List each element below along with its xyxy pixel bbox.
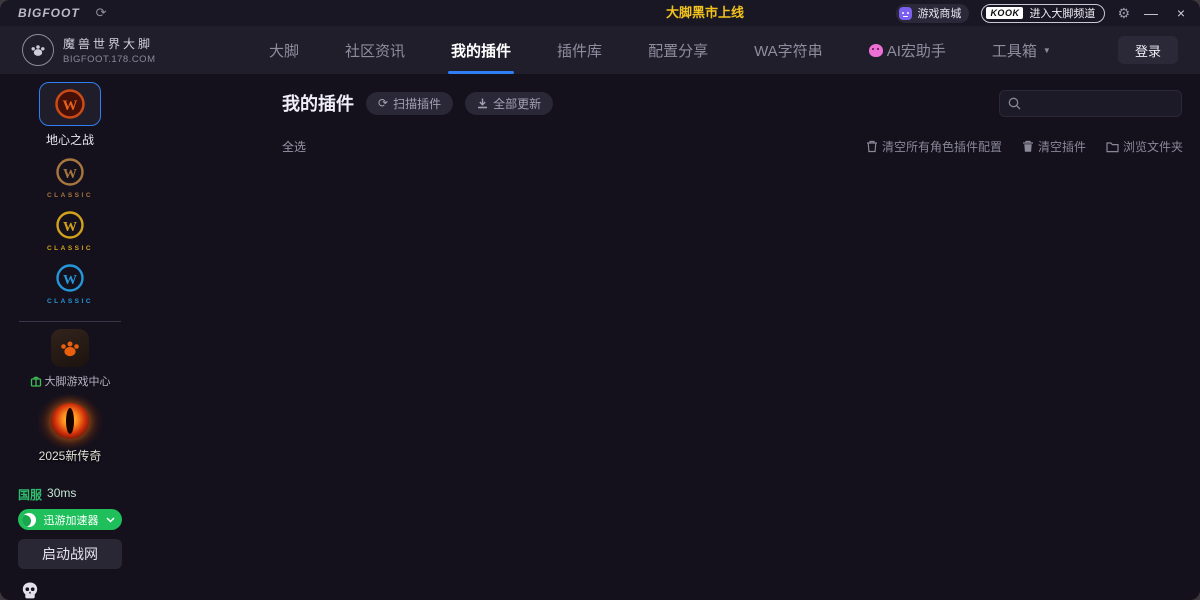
- title-bar: BIGFOOT ⟳ 大脚黑市上线 游戏商城 KOOK 进入大脚频道 ⚙ — ×: [0, 0, 1200, 26]
- sidebar-divider: [19, 321, 121, 322]
- tab-community-news[interactable]: 社区资讯: [322, 26, 428, 74]
- skull-icon[interactable]: [22, 582, 38, 599]
- launch-battlenet-button[interactable]: 启动战网: [18, 539, 122, 569]
- eye-slit: [66, 408, 74, 434]
- game-center-button[interactable]: [51, 329, 89, 367]
- svg-text:W: W: [63, 167, 77, 182]
- booster-label: 迅游加速器: [43, 512, 99, 528]
- svg-text:CLASSIC: CLASSIC: [47, 192, 93, 199]
- booster-button[interactable]: 迅游加速器: [18, 509, 122, 530]
- main-header: 我的插件 ⟳ 扫描插件 全部更新: [282, 90, 553, 116]
- sidebar-item-retail-wow[interactable]: W: [39, 82, 101, 126]
- game-center-label[interactable]: 大脚游戏中心: [30, 373, 111, 389]
- download-icon: [477, 98, 488, 109]
- svg-text:CLASSIC: CLASSIC: [47, 298, 93, 305]
- logo-subtitle: BIGFOOT.178.COM: [63, 54, 156, 65]
- ai-blob-icon: [869, 44, 883, 57]
- login-button[interactable]: 登录: [1118, 36, 1178, 64]
- app-window: BIGFOOT ⟳ 大脚黑市上线 游戏商城 KOOK 进入大脚频道 ⚙ — × …: [0, 0, 1200, 600]
- brand-logo: BIGFOOT: [18, 6, 80, 20]
- tab-addon-library[interactable]: 插件库: [534, 26, 625, 74]
- paw-logo-icon: [22, 34, 54, 66]
- sidebar-item-classic-bronze[interactable]: W CLASSIC: [34, 157, 106, 201]
- right-actions: 清空所有角色插件配置 清空插件 浏览文件夹: [866, 138, 1183, 155]
- svg-text:W: W: [63, 98, 78, 114]
- kook-channel-button[interactable]: KOOK 进入大脚频道: [981, 4, 1105, 23]
- chevron-down-icon: ▼: [1043, 46, 1051, 55]
- store-robot-icon: [899, 7, 912, 20]
- clear-addons-link[interactable]: 清空插件: [1022, 138, 1086, 155]
- trash-filled-icon: [1022, 140, 1034, 153]
- folder-icon: [1106, 141, 1119, 153]
- announcement-link[interactable]: 大脚黑市上线: [666, 0, 744, 26]
- tab-toolbox[interactable]: 工具箱 ▼: [969, 26, 1074, 74]
- tab-config-share[interactable]: 配置分享: [625, 26, 731, 74]
- nav-bar: 魔兽世界大脚 BIGFOOT.178.COM 大脚 社区资讯 我的插件 插件库 …: [0, 26, 1200, 74]
- select-all-checkbox[interactable]: 全选: [282, 138, 306, 155]
- svg-text:W: W: [63, 220, 77, 235]
- toolbar-row: 全选 清空所有角色插件配置 清空插件: [282, 138, 1183, 155]
- wow-retail-icon: W: [53, 87, 87, 121]
- server-status: 国服 30ms: [18, 486, 122, 503]
- tab-wa-string[interactable]: WA字符串: [731, 26, 846, 74]
- scan-addons-button[interactable]: ⟳ 扫描插件: [366, 92, 453, 115]
- sidebar-item-classic-blue[interactable]: W CLASSIC: [34, 263, 106, 307]
- settings-gear-icon[interactable]: ⚙: [1117, 5, 1130, 22]
- refresh-icon[interactable]: ⟳: [96, 5, 107, 21]
- store-label: 游戏商城: [917, 5, 961, 21]
- main-panel: 我的插件 ⟳ 扫描插件 全部更新: [140, 74, 1200, 600]
- logo-title: 魔兽世界大脚: [63, 35, 156, 52]
- server-ping: 30ms: [47, 486, 76, 503]
- game-store-button[interactable]: 游戏商城: [896, 4, 969, 23]
- search-icon: [1008, 97, 1021, 110]
- legend-2025-label[interactable]: 2025新传奇: [39, 447, 102, 464]
- app-logo: 魔兽世界大脚 BIGFOOT.178.COM: [22, 34, 210, 66]
- selected-game-label: 地心之战: [46, 131, 94, 148]
- tab-bigfoot[interactable]: 大脚: [246, 26, 322, 74]
- kook-logo: KOOK: [986, 7, 1023, 19]
- titlebar-right: 游戏商城 KOOK 进入大脚频道 ⚙ — ×: [896, 4, 1190, 23]
- booster-chevron-icon: [106, 517, 115, 523]
- tab-ai-macro-helper[interactable]: AI宏助手: [846, 26, 969, 74]
- booster-icon: [22, 513, 36, 527]
- server-region: 国服: [18, 486, 42, 503]
- close-button[interactable]: ×: [1172, 4, 1190, 22]
- logo-text: 魔兽世界大脚 BIGFOOT.178.COM: [63, 35, 156, 65]
- paw-icon: [58, 336, 82, 360]
- update-all-button[interactable]: 全部更新: [465, 92, 553, 115]
- clear-all-character-configs-link[interactable]: 清空所有角色插件配置: [866, 138, 1002, 155]
- tab-my-addons[interactable]: 我的插件: [428, 26, 534, 74]
- browse-folder-link[interactable]: 浏览文件夹: [1106, 138, 1183, 155]
- svg-text:W: W: [63, 273, 77, 288]
- sidebar-item-classic-gold[interactable]: W CLASSIC: [34, 210, 106, 254]
- page-title: 我的插件: [282, 90, 354, 116]
- gift-icon: [30, 375, 42, 387]
- kook-label: 进入大脚频道: [1029, 5, 1095, 21]
- nav-items: 大脚 社区资讯 我的插件 插件库 配置分享 WA字符串 AI宏助手 工具箱 ▼: [246, 26, 1074, 74]
- svg-text:CLASSIC: CLASSIC: [47, 245, 93, 252]
- trash-outline-icon: [866, 140, 878, 153]
- minimize-button[interactable]: —: [1142, 4, 1160, 22]
- body-row: W 地心之战 W CLASSIC W CLASSIC: [0, 74, 1200, 600]
- refresh-icon: ⟳: [378, 96, 388, 110]
- legend-2025-icon[interactable]: [42, 399, 98, 445]
- sidebar: W 地心之战 W CLASSIC W CLASSIC: [0, 74, 140, 600]
- search-input[interactable]: [999, 90, 1182, 117]
